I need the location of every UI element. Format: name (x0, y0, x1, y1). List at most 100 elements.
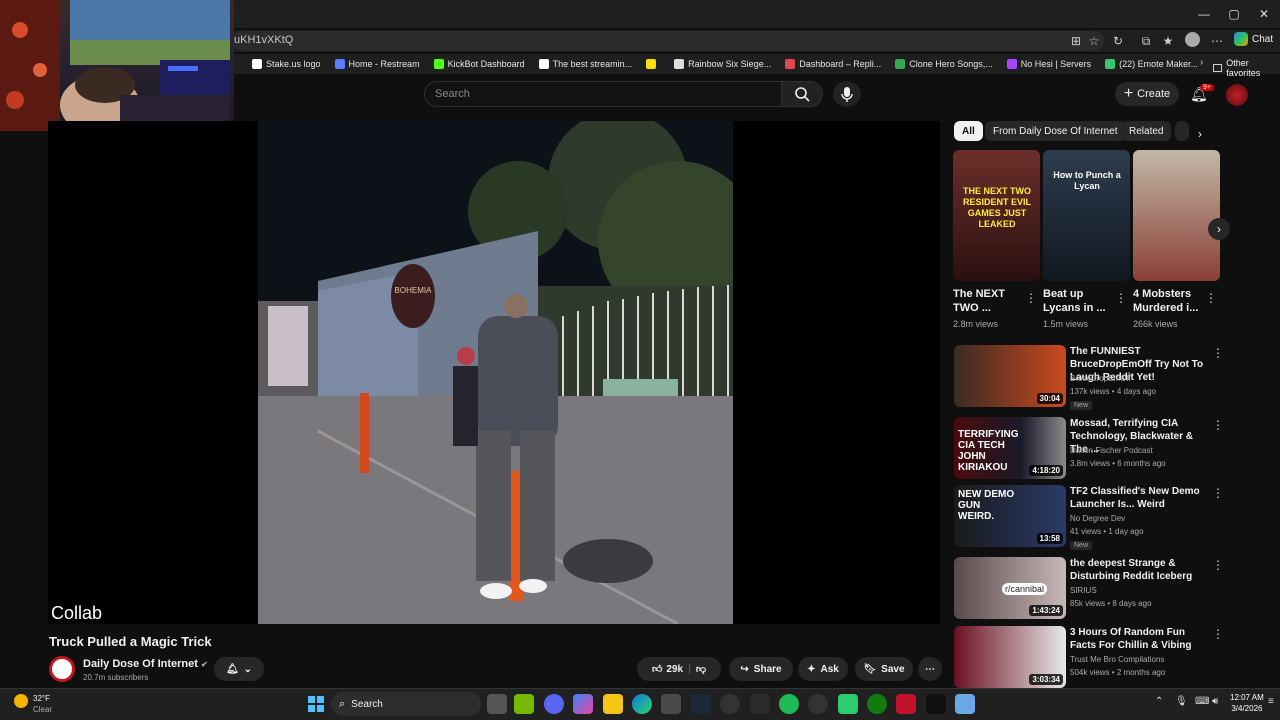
file-explorer-icon[interactable] (603, 694, 623, 714)
video-title[interactable]: the deepest Strange & Disturbing Reddit … (1070, 557, 1210, 583)
refresh-icon[interactable]: ↻ (1110, 33, 1126, 49)
app-available-icon[interactable]: ⊞ (1068, 33, 1084, 49)
close-icon[interactable]: ✕ (1256, 6, 1272, 22)
video-menu-icon[interactable]: ⋮ (1212, 418, 1224, 432)
create-button[interactable]: + Create (1115, 82, 1179, 106)
bookmark-item[interactable] (646, 59, 660, 69)
like-button[interactable]: 👍︎ 29k (652, 663, 683, 676)
weather-icon[interactable] (14, 694, 28, 708)
video-menu-icon[interactable]: ⋮ (1212, 346, 1224, 360)
spotify-icon[interactable] (779, 694, 799, 714)
obs-icon[interactable] (720, 694, 740, 714)
task-view-icon[interactable] (487, 694, 507, 714)
thumbs-down-icon[interactable]: 👎︎ (696, 663, 706, 675)
url-field[interactable] (232, 31, 1104, 51)
volume-icon[interactable]: 🔊︎ (1212, 696, 1218, 707)
video-thumbnail[interactable]: 30:04 (954, 345, 1066, 407)
shorts-next-chevron-icon[interactable]: › (1208, 218, 1230, 240)
bookmark-item[interactable]: KickBot Dashboard (433, 59, 525, 69)
channel-avatar[interactable] (49, 656, 75, 682)
bookmark-item[interactable]: (22) Emote Maker... (1105, 59, 1198, 69)
ask-button[interactable]: ✦ Ask (798, 657, 848, 681)
weather-widget[interactable]: 32°F Clear (33, 693, 52, 715)
save-button[interactable]: 🔖︎ Save (855, 657, 913, 681)
video-menu-icon[interactable]: ⋮ (1212, 558, 1224, 572)
favorite-star-icon[interactable]: ☆ (1086, 33, 1102, 49)
steam-icon[interactable] (691, 694, 711, 714)
favorites-icon[interactable]: ★ (1160, 33, 1176, 49)
video-frame[interactable]: BOHEMIA (258, 121, 733, 624)
more-actions-button[interactable]: ⋯ (918, 657, 942, 681)
profile-avatar[interactable] (1185, 32, 1200, 47)
chip-from-channel[interactable]: From Daily Dose Of Internet (985, 121, 1126, 141)
taskbar-search[interactable]: ⌕ Search (331, 692, 481, 716)
maximize-icon[interactable]: ▢ (1226, 6, 1242, 22)
extensions-icon[interactable]: ⧉ (1138, 33, 1154, 49)
video-menu-icon[interactable]: ⋮ (1212, 627, 1224, 641)
edge-icon[interactable] (632, 694, 652, 714)
bookmark-item[interactable]: Stake.us logo (252, 59, 321, 69)
app-icon[interactable] (896, 694, 916, 714)
bookmark-item[interactable]: No Hesi | Servers (1006, 59, 1091, 69)
bookmark-item[interactable]: Rainbow Six Siege... (674, 59, 771, 69)
short-thumbnail[interactable]: How to Punch a Lycan (1043, 150, 1130, 281)
subscribe-notifications-button[interactable]: 🔔︎ ⌄ (214, 657, 264, 681)
video-thumbnail[interactable]: TERRIFYING CIA TECH JOHN KIRIAKOU 4:18:2… (954, 417, 1066, 479)
minimize-icon[interactable]: — (1196, 6, 1212, 22)
bookmark-item[interactable]: Dashboard – Repli... (785, 59, 881, 69)
search-button[interactable] (781, 81, 823, 107)
chip-all[interactable]: All (954, 121, 983, 141)
search-input[interactable]: Search (424, 81, 782, 107)
nvidia-icon[interactable] (514, 694, 534, 714)
chevron-right-icon[interactable]: › (1200, 57, 1203, 68)
start-windows-icon[interactable] (308, 696, 324, 712)
share-button[interactable]: ↪ Share (729, 657, 793, 681)
short-thumbnail[interactable]: THE NEXT TWO RESIDENT EVIL GAMES JUST LE… (953, 150, 1040, 281)
voice-search-button[interactable] (833, 81, 861, 107)
app-icon[interactable] (955, 694, 975, 714)
url-text[interactable]: uKH1vXKtQ (234, 34, 293, 46)
settings-icon[interactable] (750, 694, 770, 714)
video-channel[interactable]: No Degree Dev (1070, 514, 1125, 523)
user-avatar[interactable] (1226, 84, 1248, 106)
microsoft-store-icon[interactable] (661, 694, 681, 714)
video-title[interactable]: 3 Hours Of Random Fun Facts For Chillin … (1070, 626, 1210, 652)
system-clock[interactable]: 12:07 AM 3/4/2026 (1230, 692, 1264, 714)
app-icon[interactable] (926, 694, 946, 714)
chips-next-chevron-icon[interactable]: › (1198, 127, 1202, 141)
short-title[interactable]: Beat up Lycans in ... (1043, 287, 1115, 315)
other-favorites[interactable]: Other favorites (1213, 58, 1280, 78)
network-icon[interactable]: ⌨ (1195, 696, 1209, 707)
copilot-app-icon[interactable] (573, 694, 593, 714)
video-channel[interactable]: SIRIUS (1070, 586, 1097, 595)
copilot-icon[interactable] (1234, 32, 1248, 46)
xbox-icon[interactable] (867, 694, 887, 714)
b-app-icon[interactable] (838, 694, 858, 714)
bookmark-item[interactable]: Clone Hero Songs,... (895, 59, 993, 69)
microphone-tray-icon[interactable]: 🎙︎ (1175, 696, 1188, 707)
video-channel[interactable]: Dalton Fischer Podcast (1070, 446, 1153, 455)
bookmark-item[interactable]: Home - Restream (334, 59, 420, 69)
notification-center-icon[interactable]: ≡ (1268, 696, 1274, 707)
chip-partial[interactable] (1175, 121, 1189, 141)
video-channel[interactable]: BruceDropEmOff (1070, 374, 1131, 383)
short-title[interactable]: The NEXT TWO ... (953, 287, 1025, 315)
chip-related[interactable]: Related (1121, 121, 1172, 141)
video-thumbnail[interactable]: NEW DEMO GUN WEIRD. 13:58 (954, 485, 1066, 547)
channel-name[interactable]: Daily Dose Of Internet ✔ (83, 658, 208, 670)
more-menu-icon[interactable]: ⋯ (1209, 33, 1225, 49)
4k-app-icon[interactable] (808, 694, 828, 714)
bookmark-item[interactable]: The best streamin... (538, 59, 632, 69)
video-channel[interactable]: Trust Me Bro Compilations (1070, 655, 1164, 664)
tray-chevron-icon[interactable]: ⌃ (1155, 696, 1163, 707)
short-title[interactable]: 4 Mobsters Murdered i... (1133, 287, 1205, 315)
video-title[interactable]: TF2 Classified's New Demo Launcher Is...… (1070, 485, 1210, 511)
short-menu-icon[interactable]: ⋮ (1115, 291, 1127, 305)
short-menu-icon[interactable]: ⋮ (1025, 291, 1037, 305)
short-thumbnail[interactable] (1133, 150, 1220, 281)
video-thumbnail[interactable]: 3:03:34 (954, 626, 1066, 688)
video-thumbnail[interactable]: r/cannibal 1:43:24 (954, 557, 1066, 619)
chat-label[interactable]: Chat (1252, 34, 1273, 45)
discord-icon[interactable] (544, 694, 564, 714)
video-menu-icon[interactable]: ⋮ (1212, 486, 1224, 500)
